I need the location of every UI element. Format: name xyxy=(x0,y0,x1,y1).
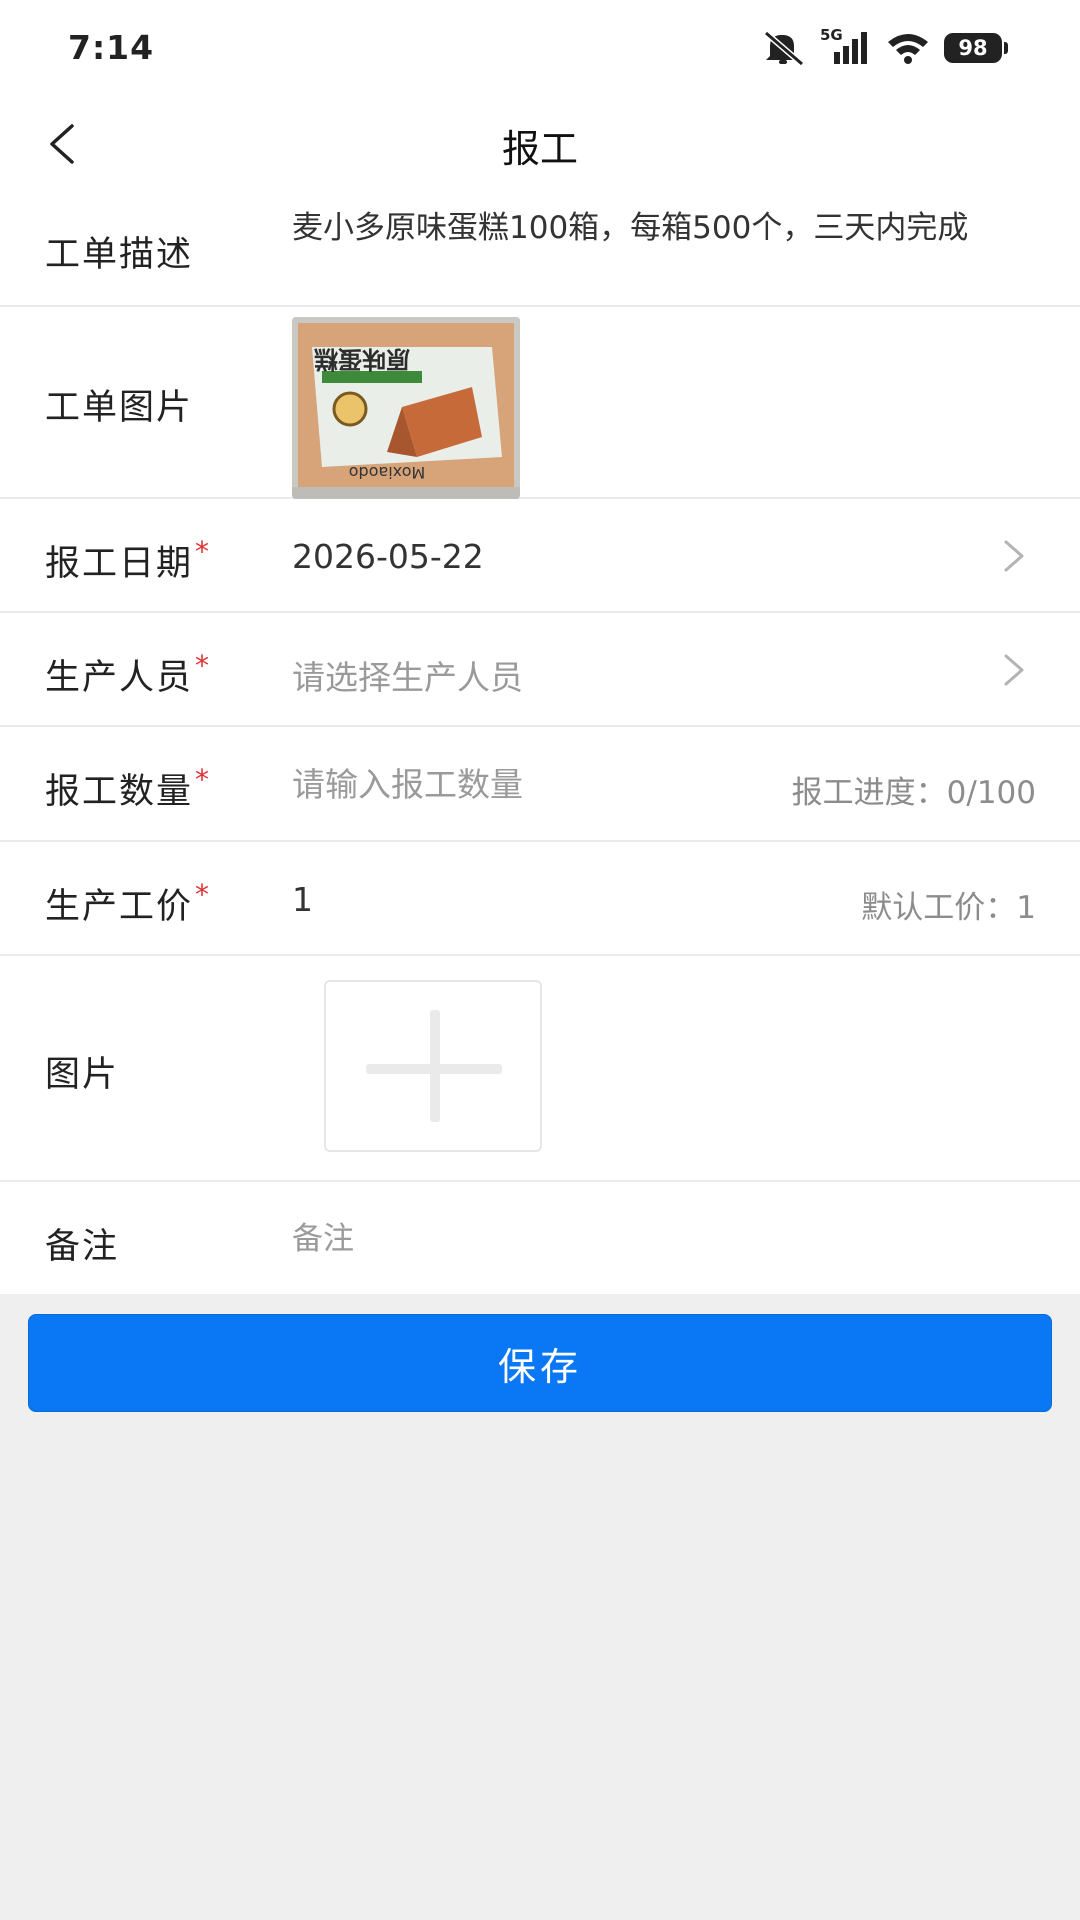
chevron-right-icon xyxy=(1004,654,1024,686)
report-work-page: 7:14 5G 98 报工 工单描述 麦小多原味蛋糕100箱，每箱500个，三天… xyxy=(0,0,1080,1920)
description-value: 麦小多原味蛋糕100箱，每箱500个，三天内完成 xyxy=(292,210,969,246)
required-mark: * xyxy=(195,649,212,682)
wifi-icon xyxy=(888,34,928,64)
thumb-title: 原味蛋糕 xyxy=(314,345,410,373)
date-label-text: 报工日期 xyxy=(45,544,194,584)
add-photo-button[interactable] xyxy=(324,980,542,1152)
nav-bar: 报工 xyxy=(0,96,1080,192)
battery-icon: 98 xyxy=(944,33,1008,63)
date-row[interactable]: 报工日期* 2026-05-22 xyxy=(0,499,1080,613)
default-price-text: 默认工价：1 xyxy=(861,890,1036,926)
staff-select[interactable]: 请选择生产人员 xyxy=(292,651,523,699)
required-mark: * xyxy=(195,878,212,911)
photos-row: 图片 xyxy=(0,956,1080,1182)
progress-text: 报工进度：0/100 xyxy=(791,775,1036,811)
price-row: 生产工价* 1 默认工价：1 xyxy=(0,842,1080,956)
status-time: 7:14 xyxy=(68,28,155,67)
remark-input[interactable] xyxy=(292,1216,1032,1262)
chevron-right-icon xyxy=(1004,540,1024,572)
photos-label: 图片 xyxy=(45,1055,120,1095)
status-bar: 7:14 5G 98 xyxy=(0,0,1080,96)
staff-label-text: 生产人员 xyxy=(45,658,194,698)
description-label: 工单描述 xyxy=(45,235,194,275)
page-title: 报工 xyxy=(501,127,578,171)
remark-row: 备注 xyxy=(0,1182,1080,1294)
cake-package-image: 原味蛋糕 Moxiaodo xyxy=(292,317,520,499)
signal-icon: 5G xyxy=(820,26,872,66)
order-image-thumbnail[interactable]: 原味蛋糕 Moxiaodo xyxy=(292,317,520,499)
quantity-input[interactable] xyxy=(292,761,712,807)
thumb-brand: Moxiaodo xyxy=(349,463,426,482)
quantity-label-text: 报工数量 xyxy=(45,772,194,812)
required-mark: * xyxy=(195,763,212,796)
description-row: 工单描述 麦小多原味蛋糕100箱，每箱500个，三天内完成 xyxy=(0,192,1080,307)
date-value: 2026-05-22 xyxy=(292,537,484,576)
date-label: 报工日期* xyxy=(45,535,211,586)
required-mark: * xyxy=(195,535,212,568)
plus-icon-vertical xyxy=(430,1010,440,1122)
price-label-text: 生产工价 xyxy=(45,887,194,927)
remark-label: 备注 xyxy=(45,1227,120,1267)
quantity-row: 报工数量* 报工进度：0/100 xyxy=(0,727,1080,842)
status-icons: 5G 98 xyxy=(762,26,1008,66)
order-image-label: 工单图片 xyxy=(45,388,194,428)
quantity-label: 报工数量* xyxy=(45,763,211,814)
mute-icon xyxy=(764,30,804,66)
order-image-row: 工单图片 原味蛋糕 Moxiaodo xyxy=(0,307,1080,499)
staff-row[interactable]: 生产人员* 请选择生产人员 xyxy=(0,613,1080,727)
report-form: 工单描述 麦小多原味蛋糕100箱，每箱500个，三天内完成 工单图片 原味蛋糕 … xyxy=(0,192,1080,1294)
price-input[interactable]: 1 xyxy=(292,880,313,919)
save-button[interactable]: 保存 xyxy=(28,1314,1052,1412)
price-label: 生产工价* xyxy=(45,878,211,929)
battery-level: 98 xyxy=(958,36,988,60)
staff-label: 生产人员* xyxy=(45,649,211,700)
